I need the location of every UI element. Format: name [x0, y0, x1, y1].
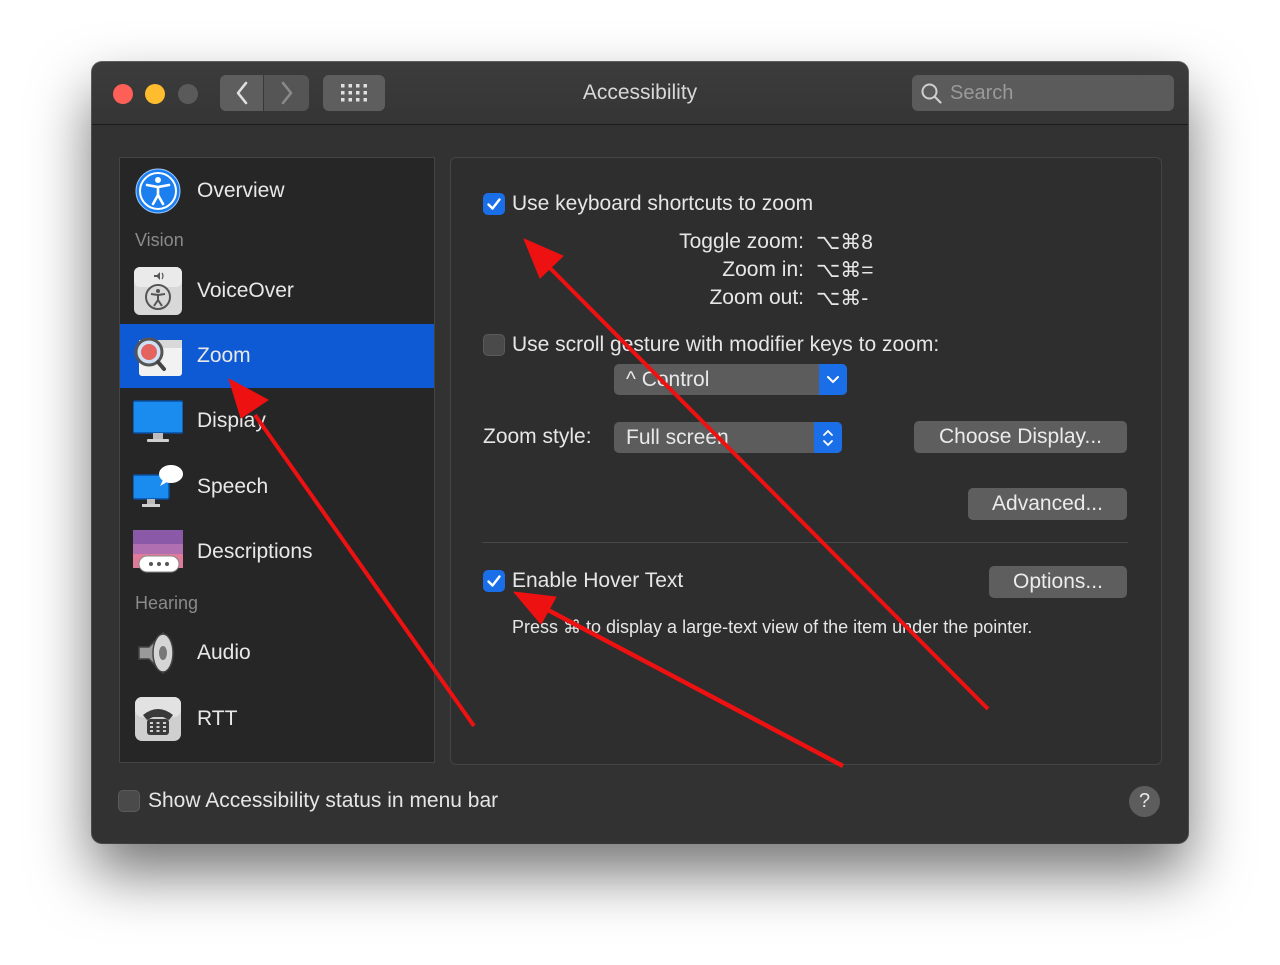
- chevron-down-icon: [827, 375, 839, 383]
- hover-text-label: Enable Hover Text: [512, 569, 684, 592]
- shortcut-name: Zoom out:: [709, 286, 804, 309]
- sidebar-item-label: Audio: [197, 641, 251, 664]
- sidebar-item-label: Display: [197, 409, 266, 432]
- checkmark-icon: [487, 575, 501, 587]
- sidebar-item-audio[interactable]: Audio: [120, 621, 434, 685]
- grid-icon: [341, 84, 367, 102]
- preferences-window: Accessibility Overview Vision: [92, 62, 1188, 843]
- hover-text-hint: Press ⌘ to display a large-text view of …: [512, 617, 1033, 637]
- minimize-button[interactable]: [145, 84, 165, 104]
- popup-arrow: [819, 364, 847, 395]
- forward-button[interactable]: [264, 75, 309, 111]
- descriptions-icon: [133, 530, 183, 573]
- zoom-panel: [450, 157, 1162, 765]
- show-status-checkbox[interactable]: [118, 790, 140, 812]
- shortcut-name: Zoom in:: [722, 258, 804, 281]
- sidebar-item-descriptions[interactable]: Descriptions: [120, 520, 434, 584]
- sidebar: Overview Vision VoiceOver Zoom Display S…: [119, 157, 435, 763]
- sidebar-item-rtt[interactable]: RTT: [120, 687, 434, 751]
- sidebar-item-label: RTT: [197, 707, 238, 730]
- shortcut-keys: ⌥⌘8: [816, 231, 873, 254]
- zoom-window-button[interactable]: [178, 84, 198, 104]
- close-button[interactable]: [113, 84, 133, 104]
- choose-display-button[interactable]: Choose Display...: [914, 421, 1127, 453]
- scroll-gesture-checkbox[interactable]: [483, 334, 505, 356]
- section-heading-hearing: Hearing: [135, 593, 199, 613]
- hover-text-checkbox[interactable]: [483, 570, 505, 592]
- back-button[interactable]: [220, 75, 263, 111]
- zoom-style-label: Zoom style:: [483, 425, 592, 448]
- sidebar-item-label: VoiceOver: [197, 279, 294, 302]
- title-bar: Accessibility: [92, 62, 1188, 125]
- chevron-right-icon: [281, 81, 292, 105]
- search-input[interactable]: [912, 75, 1174, 111]
- keyboard-shortcuts-label: Use keyboard shortcuts to zoom: [512, 192, 814, 215]
- scroll-gesture-label: Use scroll gesture with modifier keys to…: [512, 333, 940, 356]
- voiceover-icon: [134, 267, 182, 315]
- zoom-style-popup[interactable]: Full screen: [614, 422, 842, 453]
- speech-icon: [133, 465, 183, 507]
- show-status-label: Show Accessibility status in menu bar: [148, 789, 499, 812]
- search-icon: [921, 83, 942, 104]
- telephone-icon: [135, 697, 181, 741]
- sidebar-item-label: Zoom: [197, 344, 251, 367]
- sidebar-item-label: Descriptions: [197, 540, 313, 563]
- show-all-button[interactable]: [323, 75, 385, 111]
- zoom-style-value: Full screen: [626, 426, 729, 449]
- display-icon: [133, 400, 183, 442]
- keyboard-shortcuts-checkbox[interactable]: [483, 193, 505, 215]
- checkmark-icon: [487, 198, 501, 210]
- sidebar-item-voiceover[interactable]: VoiceOver: [120, 259, 434, 323]
- advanced-button[interactable]: Advanced...: [968, 488, 1127, 520]
- options-button[interactable]: Options...: [989, 566, 1127, 598]
- sidebar-item-overview[interactable]: Overview: [120, 159, 434, 223]
- sidebar-item-label: Speech: [197, 475, 269, 498]
- help-button[interactable]: ?: [1129, 786, 1160, 817]
- accessibility-icon: [135, 168, 181, 214]
- zoom-icon: [134, 337, 182, 376]
- modifier-key-value: ^ Control: [626, 368, 710, 391]
- shortcut-name: Toggle zoom:: [679, 230, 804, 253]
- section-heading-vision: Vision: [135, 230, 184, 250]
- sidebar-item-display[interactable]: Display: [120, 389, 434, 453]
- up-down-chevron-icon: [823, 429, 833, 446]
- divider: [482, 542, 1128, 543]
- chevron-left-icon: [236, 81, 247, 105]
- sidebar-item-label: Overview: [197, 179, 285, 202]
- sidebar-item-speech[interactable]: Speech: [120, 455, 434, 519]
- modifier-key-popup[interactable]: ^ Control: [614, 364, 847, 395]
- shortcut-keys: ⌥⌘=: [816, 259, 874, 282]
- shortcut-keys: ⌥⌘-: [816, 287, 869, 310]
- popup-arrow: [814, 422, 842, 453]
- sidebar-item-zoom[interactable]: Zoom: [120, 324, 434, 388]
- speaker-icon: [138, 631, 174, 675]
